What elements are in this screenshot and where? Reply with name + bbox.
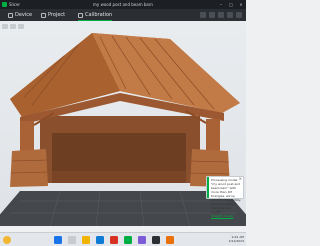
calibration-icon bbox=[78, 12, 83, 18]
tab-calibration-label: Calibration bbox=[85, 12, 113, 18]
close-icon[interactable]: × bbox=[239, 177, 242, 181]
tab-device[interactable]: Device bbox=[8, 9, 32, 21]
notification-toast: × Processing model "my wood post and bea… bbox=[206, 176, 244, 218]
tab-project[interactable]: Project bbox=[41, 9, 65, 21]
app-icon[interactable] bbox=[138, 236, 146, 244]
notification-accent bbox=[207, 177, 209, 198]
search-icon[interactable] bbox=[68, 236, 76, 244]
os-taskbar: 9:41 AM 2/12/2024 bbox=[0, 232, 246, 246]
store-icon[interactable] bbox=[166, 236, 174, 244]
clock-date: 2/12/2024 bbox=[228, 239, 244, 243]
terminal-icon[interactable] bbox=[152, 236, 160, 244]
maximize-button[interactable]: □ bbox=[228, 0, 234, 9]
title-bar: Slicer my wood post and beam barn – □ × bbox=[0, 0, 246, 9]
window-controls: – □ × bbox=[218, 0, 244, 9]
tab-project-label: Project bbox=[48, 12, 66, 18]
file-explorer-icon[interactable] bbox=[82, 236, 90, 244]
system-tray[interactable]: 9:41 AM 2/12/2024 bbox=[229, 235, 244, 243]
barn-model[interactable] bbox=[10, 33, 240, 187]
tab-calibration[interactable]: Calibration bbox=[78, 9, 113, 21]
orient-icon[interactable] bbox=[218, 12, 224, 18]
minimize-button[interactable]: – bbox=[218, 0, 224, 9]
slice-icon[interactable] bbox=[227, 12, 233, 18]
chrome-icon[interactable] bbox=[110, 236, 118, 244]
taskbar-apps bbox=[54, 236, 174, 244]
toolbar-icons bbox=[200, 12, 242, 18]
arrange-icon[interactable] bbox=[209, 12, 215, 18]
tab-bar: Device Project Calibration bbox=[0, 9, 246, 21]
browser-icon[interactable] bbox=[96, 236, 104, 244]
slicer-app-icon[interactable] bbox=[124, 236, 132, 244]
start-icon[interactable] bbox=[54, 236, 62, 244]
simplify-model-link[interactable]: Simplify model bbox=[211, 214, 242, 218]
device-icon bbox=[8, 12, 13, 18]
slicer-window: Slicer my wood post and beam barn – □ × … bbox=[0, 0, 246, 246]
close-window-button[interactable]: × bbox=[238, 0, 244, 9]
add-object-icon[interactable] bbox=[200, 12, 206, 18]
tab-device-label: Device bbox=[15, 12, 33, 18]
project-icon bbox=[41, 12, 46, 18]
print-icon[interactable] bbox=[236, 12, 242, 18]
document-title: my wood post and beam barn bbox=[93, 2, 153, 7]
notification-text: Processing model "my wood post and beam … bbox=[211, 178, 242, 214]
3d-viewport[interactable]: × Processing model "my wood post and bea… bbox=[0, 21, 246, 226]
weather-icon[interactable] bbox=[3, 236, 11, 244]
